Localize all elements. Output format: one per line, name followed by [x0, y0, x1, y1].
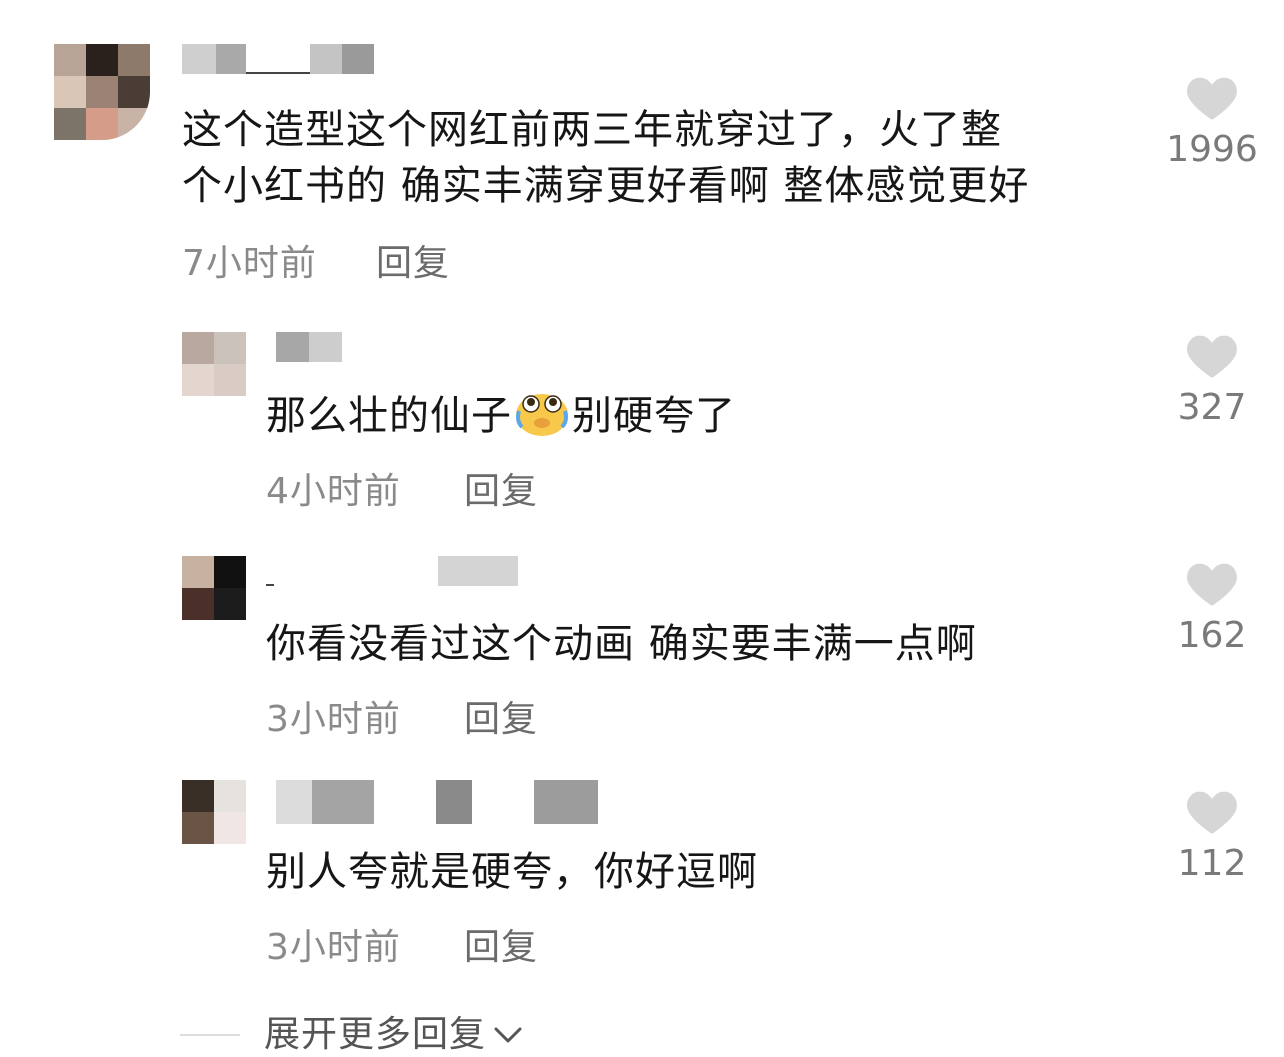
comment-time: 7小时前 — [182, 243, 317, 284]
like-button[interactable]: 112 — [1157, 786, 1267, 886]
comment-text-line: 这个造型这个网红前两三年就穿过了，火了整 — [182, 107, 1002, 153]
comment-text: 你看没看过这个动画 确实要丰满一点啊 — [266, 621, 977, 667]
heart-icon — [1187, 335, 1237, 378]
username[interactable] — [266, 556, 518, 586]
like-count: 327 — [1177, 387, 1247, 428]
avatar[interactable] — [182, 332, 246, 396]
username[interactable] — [276, 332, 342, 362]
chevron-down-icon — [494, 1027, 522, 1042]
expand-more-replies-button[interactable]: 展开更多回复 — [180, 1012, 524, 1057]
comment-text: 这个造型这个网红前两三年就穿过了，火了整 个小红书的 确实丰满穿更好看啊 整体感… — [182, 102, 1029, 214]
comment-text-line: 个小红书的 确实丰满穿更好看啊 整体感觉更好 — [182, 163, 1030, 209]
heart-icon — [1187, 77, 1237, 120]
crying-laughing-emoji-icon — [516, 394, 568, 436]
expand-more-label: 展开更多回复 — [264, 1013, 487, 1055]
divider — [180, 1033, 240, 1036]
like-button[interactable]: 327 — [1157, 330, 1267, 430]
comment-time: 3小时前 — [266, 927, 401, 968]
comment-time: 4小时前 — [266, 471, 401, 512]
comment-text: 那么壮的仙子 别硬夸了 — [266, 388, 736, 444]
like-count: 162 — [1177, 615, 1247, 656]
like-button[interactable]: 1996 — [1157, 72, 1267, 172]
avatar[interactable] — [182, 780, 246, 844]
like-button[interactable]: 162 — [1157, 558, 1267, 658]
reply-button[interactable]: 回复 — [376, 242, 450, 286]
reply-button[interactable]: 回复 — [464, 470, 538, 514]
like-count: 112 — [1177, 843, 1247, 884]
comment-text: 别人夸就是硬夸，你好逗啊 — [266, 849, 758, 895]
reply-button[interactable]: 回复 — [464, 698, 538, 742]
reply-button[interactable]: 回复 — [464, 926, 538, 970]
username[interactable] — [276, 780, 598, 824]
heart-icon — [1187, 563, 1237, 606]
comment-time: 3小时前 — [266, 699, 401, 740]
comment-text-part: 别硬夸了 — [572, 393, 736, 439]
username[interactable] — [182, 44, 374, 74]
avatar[interactable] — [54, 44, 150, 140]
heart-icon — [1187, 791, 1237, 834]
avatar[interactable] — [182, 556, 246, 620]
comment-text-part: 那么壮的仙子 — [266, 393, 512, 439]
like-count: 1996 — [1166, 129, 1258, 170]
